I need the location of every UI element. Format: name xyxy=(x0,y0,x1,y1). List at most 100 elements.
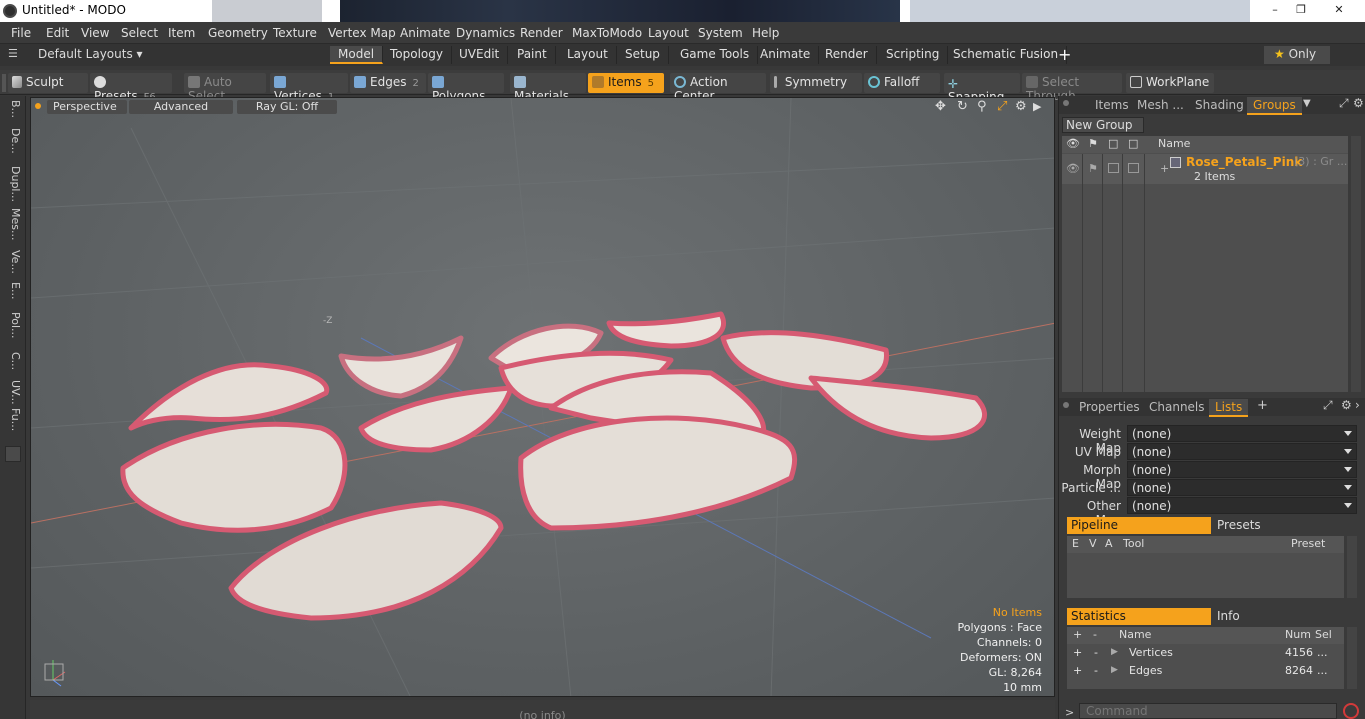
menu-help[interactable]: Help xyxy=(752,26,779,40)
tab-setup[interactable]: Setup xyxy=(617,46,669,64)
raygl-toggle[interactable]: Ray GL: Off xyxy=(237,100,337,114)
materials-mode-button[interactable]: Materials xyxy=(510,73,586,103)
gear-icon[interactable]: ⚙ xyxy=(1353,96,1364,110)
layouts-dropdown[interactable]: Default Layouts ▾ xyxy=(38,47,143,61)
add-tab-button[interactable]: + xyxy=(1058,45,1071,64)
advanced-dropdown[interactable]: Advanced xyxy=(129,100,233,114)
3d-viewport[interactable]: -Z Perspective Advanced Ray GL: Off ✥ ↻ xyxy=(30,97,1055,697)
panel-menu-dot-icon[interactable] xyxy=(1063,100,1069,106)
select-through-button[interactable]: Select Through xyxy=(1022,73,1122,103)
statistics-scrollbar[interactable] xyxy=(1347,627,1357,689)
symmetry-button[interactable]: Symmetry xyxy=(770,73,862,93)
menu-layout[interactable]: Layout xyxy=(648,26,689,40)
record-icon[interactable] xyxy=(1343,703,1359,719)
auto-select-button[interactable]: Auto Select xyxy=(184,73,266,103)
presets-tab[interactable]: Presets xyxy=(1213,517,1349,534)
menu-dynamics[interactable]: Dynamics xyxy=(456,26,515,40)
render-checkbox[interactable] xyxy=(1128,163,1139,173)
tab-properties[interactable]: Properties xyxy=(1073,399,1146,415)
tab-lists[interactable]: Lists xyxy=(1209,399,1249,417)
menu-view[interactable]: View xyxy=(81,26,109,40)
pipeline-tab[interactable]: Pipeline xyxy=(1067,517,1211,534)
left-tab-uv[interactable]: UV... xyxy=(4,380,22,405)
groups-scrollbar[interactable] xyxy=(1351,136,1361,392)
row-minus-button[interactable]: - xyxy=(1094,646,1098,659)
command-input[interactable] xyxy=(1079,703,1337,719)
chevron-down-icon[interactable]: ▼ xyxy=(1303,98,1311,109)
row-minus-button[interactable]: - xyxy=(1094,664,1098,677)
weight-map-select[interactable]: (none) xyxy=(1127,425,1357,442)
new-group-button[interactable]: New Group xyxy=(1062,117,1144,133)
visibility-icon[interactable]: 👁 xyxy=(1066,162,1080,175)
tab-schematic-fusion[interactable]: Schematic Fusion xyxy=(945,46,1068,64)
left-tab-curve[interactable]: C... xyxy=(4,352,22,370)
menu-system[interactable]: System xyxy=(698,26,743,40)
menu-render[interactable]: Render xyxy=(520,26,563,40)
presets-button[interactable]: PresetsF6 xyxy=(90,73,172,103)
table-row[interactable]: + - ▶ Vertices 4156 ... xyxy=(1067,645,1344,663)
menu-file[interactable]: File xyxy=(11,26,31,40)
tab-game-tools[interactable]: Game Tools xyxy=(672,46,759,64)
name-column-header[interactable]: Name xyxy=(1158,137,1190,150)
action-center-button[interactable]: Action Center xyxy=(670,73,766,103)
maximize-button[interactable]: ❐ xyxy=(1292,3,1310,17)
lock-icon[interactable]: ⚑ xyxy=(1088,162,1098,175)
tab-topology[interactable]: Topology xyxy=(382,46,452,64)
polygons-mode-button[interactable]: Polygons xyxy=(428,73,504,103)
expand-icon[interactable]: ⤢ xyxy=(1323,398,1333,413)
vertices-mode-button[interactable]: Vertices1 xyxy=(270,73,348,103)
expand-triangle-icon[interactable]: ▶ xyxy=(1111,665,1118,675)
tab-animate[interactable]: Animate xyxy=(752,46,820,64)
col-v[interactable]: V xyxy=(1089,537,1097,550)
chevron-right-icon[interactable]: ▶ xyxy=(1033,100,1041,113)
info-tab[interactable]: Info xyxy=(1213,608,1349,625)
tab-paint[interactable]: Paint xyxy=(509,46,556,64)
close-button[interactable]: ✕ xyxy=(1330,3,1348,17)
menu-vertex-map[interactable]: Vertex Map xyxy=(328,26,396,40)
expand-plus-icon[interactable]: + xyxy=(1160,162,1169,175)
left-tab-duplicate[interactable]: Dupl... xyxy=(4,166,22,202)
left-strip-expand-button[interactable] xyxy=(5,446,21,462)
tab-model[interactable]: Model xyxy=(330,46,384,64)
menu-select[interactable]: Select xyxy=(121,26,158,40)
perspective-dropdown[interactable]: Perspective xyxy=(47,100,127,114)
rotate-icon[interactable]: ↻ xyxy=(957,99,968,114)
menu-texture[interactable]: Texture xyxy=(273,26,317,40)
tab-layout[interactable]: Layout xyxy=(559,46,617,64)
panel-menu-dot-icon[interactable] xyxy=(1063,402,1069,408)
col-minus[interactable]: - xyxy=(1093,628,1097,641)
menu-geometry[interactable]: Geometry xyxy=(208,26,268,40)
col-e[interactable]: E xyxy=(1072,537,1079,550)
table-row[interactable]: + - ▶ Edges 8264 ... xyxy=(1067,663,1344,681)
menu-item[interactable]: Item xyxy=(168,26,195,40)
tab-shading[interactable]: Shading xyxy=(1189,97,1250,113)
fit-icon[interactable]: ⤢ xyxy=(997,99,1007,114)
tab-groups[interactable]: Groups xyxy=(1247,97,1302,115)
left-tab-basic[interactable]: B... xyxy=(4,100,22,118)
left-tab-fusion[interactable]: Fu... xyxy=(4,408,22,431)
row-plus-button[interactable]: + xyxy=(1073,664,1082,677)
workplane-button[interactable]: WorkPlane xyxy=(1126,73,1214,93)
tab-render[interactable]: Render xyxy=(817,46,877,64)
col-preset[interactable]: Preset xyxy=(1291,537,1325,550)
menu-animate[interactable]: Animate xyxy=(400,26,450,40)
minimize-button[interactable]: – xyxy=(1266,3,1284,17)
edges-mode-button[interactable]: Edges 2 xyxy=(350,73,426,93)
row-plus-button[interactable]: + xyxy=(1073,646,1082,659)
morph-map-select[interactable]: (none) xyxy=(1127,461,1357,478)
expand-icon[interactable]: ⤢ xyxy=(1339,96,1349,111)
gear-icon[interactable]: ⚙ xyxy=(1015,99,1027,114)
col-plus[interactable]: + xyxy=(1073,628,1082,641)
items-mode-button[interactable]: Items 5 xyxy=(588,73,664,93)
left-tab-mesh-edit[interactable]: Mes... xyxy=(4,208,22,240)
menu-edit[interactable]: Edit xyxy=(46,26,69,40)
left-tab-polygon[interactable]: Pol... xyxy=(4,312,22,339)
menu-toggle-icon[interactable]: ☰ xyxy=(8,47,18,60)
col-num[interactable]: Num xyxy=(1285,628,1311,641)
sculpt-button[interactable]: Sculpt xyxy=(8,73,88,93)
zoom-icon[interactable]: ⚲ xyxy=(977,99,987,114)
tab-uvedit[interactable]: UVEdit xyxy=(451,46,509,64)
col-name[interactable]: Name xyxy=(1119,628,1151,641)
particle-select[interactable]: (none) xyxy=(1127,479,1357,496)
chevron-right-icon[interactable]: › xyxy=(1355,398,1360,412)
